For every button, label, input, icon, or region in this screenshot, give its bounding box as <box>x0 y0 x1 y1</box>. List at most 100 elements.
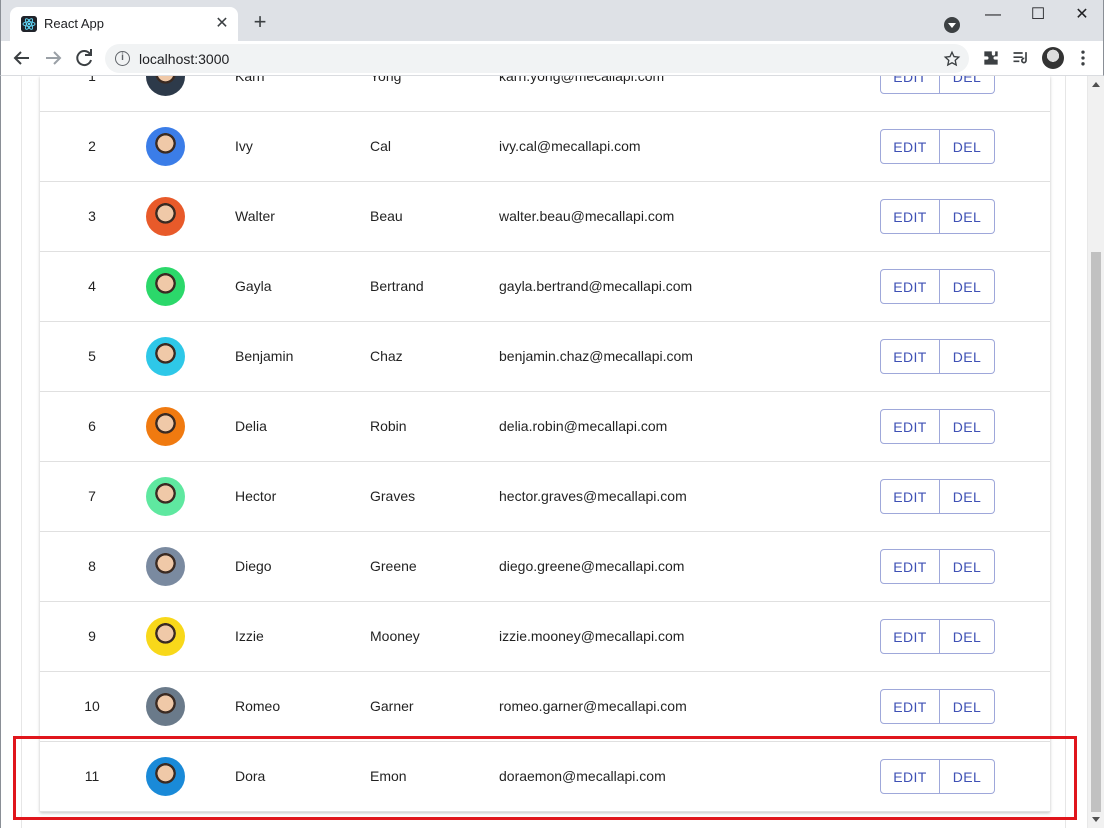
user-id: 11 <box>84 768 100 784</box>
user-id: 5 <box>88 348 96 364</box>
delete-button[interactable]: DEL <box>940 76 995 94</box>
minimize-button[interactable]: — <box>970 4 1016 26</box>
user-first-name: Dora <box>235 768 266 784</box>
table-row: 1 Karn Yong karn.yong@mecallapi.com EDIT DEL <box>40 76 1050 112</box>
user-last-name: Emon <box>370 768 407 784</box>
edit-button[interactable]: EDIT <box>880 409 940 444</box>
user-avatar <box>146 687 185 726</box>
delete-button[interactable]: DEL <box>940 269 995 304</box>
edit-button[interactable]: EDIT <box>880 479 940 514</box>
table-row: 2 Ivy Cal ivy.cal@mecallapi.com EDIT DEL <box>40 112 1050 182</box>
star-icon[interactable] <box>943 50 961 68</box>
user-last-name: Bertrand <box>370 278 424 294</box>
row-actions: EDIT DEL <box>880 269 995 304</box>
user-email: hector.graves@mecallapi.com <box>499 488 687 504</box>
user-last-name: Greene <box>370 558 417 574</box>
delete-button[interactable]: DEL <box>940 689 995 724</box>
react-logo-icon <box>21 16 37 32</box>
browser-tab[interactable]: React App ✕ <box>10 7 238 41</box>
reload-icon[interactable] <box>72 46 96 70</box>
delete-button[interactable]: DEL <box>940 759 995 794</box>
user-id: 6 <box>88 418 96 434</box>
user-last-name: Chaz <box>370 348 403 364</box>
table-row: 10 Romeo Garner romeo.garner@mecallapi.com E… <box>40 672 1050 742</box>
row-actions: EDIT DEL <box>880 199 995 234</box>
table-row: 4 Gayla Bertrand gayla.bertrand@mecallapi.c… <box>40 252 1050 322</box>
vertical-scrollbar[interactable] <box>1087 76 1104 828</box>
info-icon[interactable]: i <box>115 51 130 66</box>
delete-button[interactable]: DEL <box>940 129 995 164</box>
row-actions: EDIT DEL <box>880 759 995 794</box>
edit-button[interactable]: EDIT <box>880 269 940 304</box>
row-actions: EDIT DEL <box>880 409 995 444</box>
delete-button[interactable]: DEL <box>940 479 995 514</box>
table-row: 11 Dora Emon doraemon@mecallapi.com EDIT DEL <box>40 742 1050 812</box>
scroll-up-arrow-icon[interactable] <box>1092 82 1100 87</box>
close-window-button[interactable]: ✕ <box>1059 4 1104 26</box>
user-id: 3 <box>88 208 96 224</box>
user-first-name: Diego <box>235 558 272 574</box>
scroll-down-arrow-icon[interactable] <box>1092 817 1100 822</box>
user-id: 8 <box>88 558 96 574</box>
table-row: 7 Hector Graves hector.graves@mecallapi.com… <box>40 462 1050 532</box>
user-id: 10 <box>84 698 100 714</box>
row-actions: EDIT DEL <box>880 339 995 374</box>
user-id: 1 <box>88 76 96 84</box>
user-last-name: Beau <box>370 208 403 224</box>
new-tab-button[interactable]: + <box>249 11 271 34</box>
user-avatar <box>146 267 185 306</box>
edit-button[interactable]: EDIT <box>880 76 940 94</box>
row-actions: EDIT DEL <box>880 129 995 164</box>
edit-button[interactable]: EDIT <box>880 689 940 724</box>
table-row: 6 Delia Robin delia.robin@mecallapi.com EDIT… <box>40 392 1050 462</box>
tab-strip: React App ✕ + — ☐ ✕ <box>0 0 1104 41</box>
user-email: izzie.mooney@mecallapi.com <box>499 628 685 644</box>
forward-icon[interactable] <box>41 46 65 70</box>
edit-button[interactable]: EDIT <box>880 549 940 584</box>
scroll-thumb[interactable] <box>1091 252 1101 812</box>
page-viewport: 1 Karn Yong karn.yong@mecallapi.com EDIT DEL 2… <box>0 76 1104 828</box>
edit-button[interactable]: EDIT <box>880 129 940 164</box>
container-border-left <box>21 76 22 828</box>
address-bar[interactable]: i localhost:3000 <box>105 44 969 73</box>
row-actions: EDIT DEL <box>880 76 995 94</box>
url-text[interactable]: localhost:3000 <box>139 51 229 67</box>
delete-button[interactable]: DEL <box>940 339 995 374</box>
media-icon[interactable] <box>1011 48 1031 68</box>
table-row: 8 Diego Greene diego.greene@mecallapi.com ED… <box>40 532 1050 602</box>
table-row: 3 Walter Beau walter.beau@mecallapi.com EDIT… <box>40 182 1050 252</box>
edit-button[interactable]: EDIT <box>880 759 940 794</box>
user-first-name: Izzie <box>235 628 264 644</box>
user-avatar <box>146 617 185 656</box>
user-email: benjamin.chaz@mecallapi.com <box>499 348 693 364</box>
tab-close-icon[interactable]: ✕ <box>213 15 231 33</box>
user-id: 4 <box>88 278 96 294</box>
user-email: karn.yong@mecallapi.com <box>499 76 665 84</box>
back-icon[interactable] <box>10 46 34 70</box>
user-first-name: Gayla <box>235 278 272 294</box>
edit-button[interactable]: EDIT <box>880 619 940 654</box>
row-actions: EDIT DEL <box>880 619 995 654</box>
delete-button[interactable]: DEL <box>940 619 995 654</box>
delete-button[interactable]: DEL <box>940 199 995 234</box>
tab-search-icon[interactable] <box>944 17 960 33</box>
user-email: doraemon@mecallapi.com <box>499 768 666 784</box>
row-actions: EDIT DEL <box>880 479 995 514</box>
row-actions: EDIT DEL <box>880 689 995 724</box>
tab-title: React App <box>44 16 104 31</box>
edit-button[interactable]: EDIT <box>880 199 940 234</box>
user-last-name: Yong <box>370 76 402 84</box>
user-last-name: Graves <box>370 488 416 504</box>
user-id: 7 <box>88 488 96 504</box>
user-first-name: Delia <box>235 418 267 434</box>
user-last-name: Robin <box>370 418 407 434</box>
delete-button[interactable]: DEL <box>940 409 995 444</box>
menu-icon[interactable] <box>1073 48 1093 68</box>
edit-button[interactable]: EDIT <box>880 339 940 374</box>
extensions-icon[interactable] <box>981 48 1001 68</box>
maximize-button[interactable]: ☐ <box>1015 4 1061 26</box>
delete-button[interactable]: DEL <box>940 549 995 584</box>
container-border-right <box>1065 76 1066 828</box>
user-email: walter.beau@mecallapi.com <box>499 208 675 224</box>
profile-avatar[interactable] <box>1042 47 1064 69</box>
